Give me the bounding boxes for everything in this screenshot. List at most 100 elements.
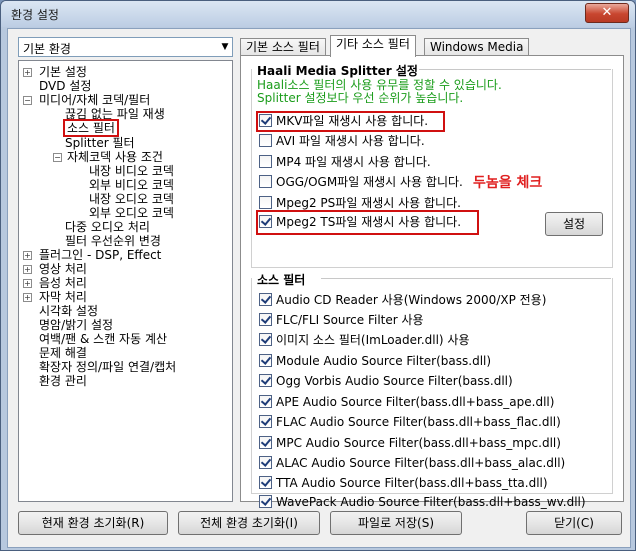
haali-option-avi[interactable]: AVI 파일 재생시 사용 합니다. <box>259 133 425 149</box>
tree-item-label: 미디어/자체 코덱/필터 <box>39 93 151 107</box>
tree-item-label: 확장자 정의/파일 연결/캡처 <box>39 360 177 374</box>
collapse-icon[interactable]: − <box>23 96 32 105</box>
checkbox[interactable] <box>259 415 272 428</box>
close-window-button[interactable]: ✕ <box>585 3 629 23</box>
source-filter-option[interactable]: TTA Audio Source Filter(bass.dll+bass_tt… <box>259 475 548 491</box>
checkbox[interactable] <box>259 155 272 168</box>
tree-item-label: 필터 우선순위 변경 <box>65 234 161 248</box>
expand-icon[interactable]: + <box>23 265 32 274</box>
chevron-down-icon[interactable]: ▼ <box>220 42 230 52</box>
checkbox[interactable] <box>259 495 272 508</box>
tree-item-label: 플러그인 - DSP, Effect <box>39 248 162 262</box>
tab-basic-source-filter[interactable]: 기본 소스 필터 <box>240 38 326 56</box>
tree-item[interactable]: 끊김 없는 파일 재생 <box>65 107 165 121</box>
expand-icon[interactable]: + <box>23 279 32 288</box>
haali-option-mpeg2-ps[interactable]: Mpeg2 PS파일 재생시 사용 합니다. <box>259 195 461 211</box>
option-label: 이미지 소스 필터(ImLoader.dll) 사용 <box>276 333 470 347</box>
checkbox[interactable] <box>259 436 272 449</box>
source-filter-option[interactable]: WavePack Audio Source Filter(bass.dll+ba… <box>259 494 586 510</box>
checkbox[interactable] <box>259 456 272 469</box>
tree-item[interactable]: 내장 비디오 코덱 <box>89 164 174 178</box>
tree-item[interactable]: 내장 오디오 코덱 <box>89 192 174 206</box>
tree-item-label: 내장 오디오 코덱 <box>89 192 174 206</box>
checkbox[interactable] <box>259 374 272 387</box>
tree-item[interactable]: 명암/밝기 설정 <box>39 318 113 332</box>
preset-select-value: 기본 환경 <box>23 42 71 56</box>
option-label: Mpeg2 PS파일 재생시 사용 합니다. <box>276 196 461 210</box>
tree-item-label: 여백/팬 & 스캔 자동 계산 <box>39 332 168 346</box>
source-filter-option[interactable]: 이미지 소스 필터(ImLoader.dll) 사용 <box>259 332 470 348</box>
checkbox[interactable] <box>259 175 272 188</box>
tree-item[interactable]: 외부 비디오 코덱 <box>89 178 174 192</box>
option-label: APE Audio Source Filter(bass.dll+bass_ap… <box>276 395 555 409</box>
tree-item-label: 외부 오디오 코덱 <box>89 206 174 220</box>
settings-tree[interactable]: + 기본 설정 DVD 설정 − 미디어/자체 코덱/필터 끊김 없는 파일 재… <box>18 60 233 502</box>
checkbox[interactable] <box>259 293 272 306</box>
preset-select[interactable]: 기본 환경 ▼ <box>18 37 233 57</box>
tree-item[interactable]: 여백/팬 & 스캔 자동 계산 <box>39 332 167 346</box>
highlight-frame <box>256 210 479 235</box>
checkbox[interactable] <box>259 196 272 209</box>
expand-icon[interactable]: + <box>23 68 32 77</box>
tree-item-label: 끊김 없는 파일 재생 <box>65 107 165 121</box>
save-to-file-button[interactable]: 파일로 저장(S) <box>330 511 462 535</box>
tree-item[interactable]: 환경 관리 <box>39 374 87 388</box>
checkbox[interactable] <box>259 354 272 367</box>
tab-windows-media[interactable]: Windows Media <box>424 38 530 56</box>
tree-item[interactable]: Splitter 필터 <box>65 136 135 150</box>
tree-item-label: 소스 필터 <box>63 119 119 137</box>
tree-item-label: 음성 처리 <box>39 276 87 290</box>
source-filter-option[interactable]: Audio CD Reader 사용(Windows 2000/XP 전용) <box>259 292 546 308</box>
tree-item[interactable]: 문제 해결 <box>39 346 87 360</box>
collapse-icon[interactable]: − <box>53 153 62 162</box>
source-filter-option[interactable]: FLC/FLI Source Filter 사용 <box>259 312 424 328</box>
title-bar: 환경 설정 ✕ <box>1 1 635 27</box>
haali-option-ogg[interactable]: OGG/OGM파일 재생시 사용 합니다. <box>259 174 463 190</box>
tree-item-selected[interactable]: 소스 필터 <box>63 119 119 137</box>
tree-item[interactable]: 필터 우선순위 변경 <box>65 234 161 248</box>
dialog-client-area: 기본 환경 ▼ + 기본 설정 DVD 설정 − 미디어/자체 코덱/필터 끊김… <box>7 28 631 548</box>
source-filter-option[interactable]: Module Audio Source Filter(bass.dll) <box>259 353 491 369</box>
checkbox[interactable] <box>259 333 272 346</box>
highlight-frame <box>256 111 445 132</box>
option-label: AVI 파일 재생시 사용 합니다. <box>276 134 425 148</box>
tree-item[interactable]: 시각화 설정 <box>39 304 98 318</box>
option-label: TTA Audio Source Filter(bass.dll+bass_tt… <box>276 476 548 490</box>
reset-current-button[interactable]: 현재 환경 초기화(R) <box>18 511 168 535</box>
option-label: MP4 파일 재생시 사용 합니다. <box>276 155 431 169</box>
source-filter-option[interactable]: Ogg Vorbis Audio Source Filter(bass.dll) <box>259 373 513 389</box>
checkbox[interactable] <box>259 476 272 489</box>
option-label: OGG/OGM파일 재생시 사용 합니다. <box>276 175 463 189</box>
haali-option-mp4[interactable]: MP4 파일 재생시 사용 합니다. <box>259 154 431 170</box>
tree-item[interactable]: 확장자 정의/파일 연결/캡처 <box>39 360 176 374</box>
checkbox[interactable] <box>259 134 272 147</box>
checkbox[interactable] <box>259 313 272 326</box>
option-label: Module Audio Source Filter(bass.dll) <box>276 354 492 368</box>
close-button[interactable]: 닫기(C) <box>526 511 622 535</box>
tree-item-label: 기본 설정 <box>39 65 87 79</box>
tree-item[interactable]: 외부 오디오 코덱 <box>89 206 174 220</box>
tree-item[interactable]: 다중 오디오 처리 <box>65 220 150 234</box>
tree-item-label: 자막 처리 <box>39 290 87 304</box>
expand-icon[interactable]: + <box>23 293 32 302</box>
window-title: 환경 설정 <box>11 8 59 22</box>
tree-item-label: 내장 비디오 코덱 <box>89 164 174 178</box>
tree-item-label: 명암/밝기 설정 <box>39 318 114 332</box>
tree-item-label: 다중 오디오 처리 <box>65 220 150 234</box>
option-label: ALAC Audio Source Filter(bass.dll+bass_a… <box>276 456 566 470</box>
option-label: Audio CD Reader 사용(Windows 2000/XP 전용) <box>276 293 547 307</box>
source-filter-option[interactable]: APE Audio Source Filter(bass.dll+bass_ap… <box>259 394 554 410</box>
settings-window: 환경 설정 ✕ 기본 환경 ▼ + 기본 설정 DVD 설정 − 미디어/자체 … <box>0 0 636 551</box>
source-filter-option[interactable]: ALAC Audio Source Filter(bass.dll+bass_a… <box>259 455 565 471</box>
tab-other-source-filter[interactable]: 기타 소스 필터 <box>330 35 416 57</box>
expand-icon[interactable]: + <box>23 251 32 260</box>
option-label: FLC/FLI Source Filter 사용 <box>276 313 424 327</box>
tree-item-label: DVD 설정 <box>39 79 92 93</box>
checkbox[interactable] <box>259 395 272 408</box>
source-filter-option[interactable]: FLAC Audio Source Filter(bass.dll+bass_f… <box>259 414 561 430</box>
source-filter-option[interactable]: MPC Audio Source Filter(bass.dll+bass_mp… <box>259 435 561 451</box>
haali-settings-button[interactable]: 설정 <box>545 212 603 236</box>
reset-all-button[interactable]: 전체 환경 초기화(I) <box>178 511 320 535</box>
tree-item-label: 외부 비디오 코덱 <box>89 178 174 192</box>
tree-item-label: 시각화 설정 <box>39 304 99 318</box>
